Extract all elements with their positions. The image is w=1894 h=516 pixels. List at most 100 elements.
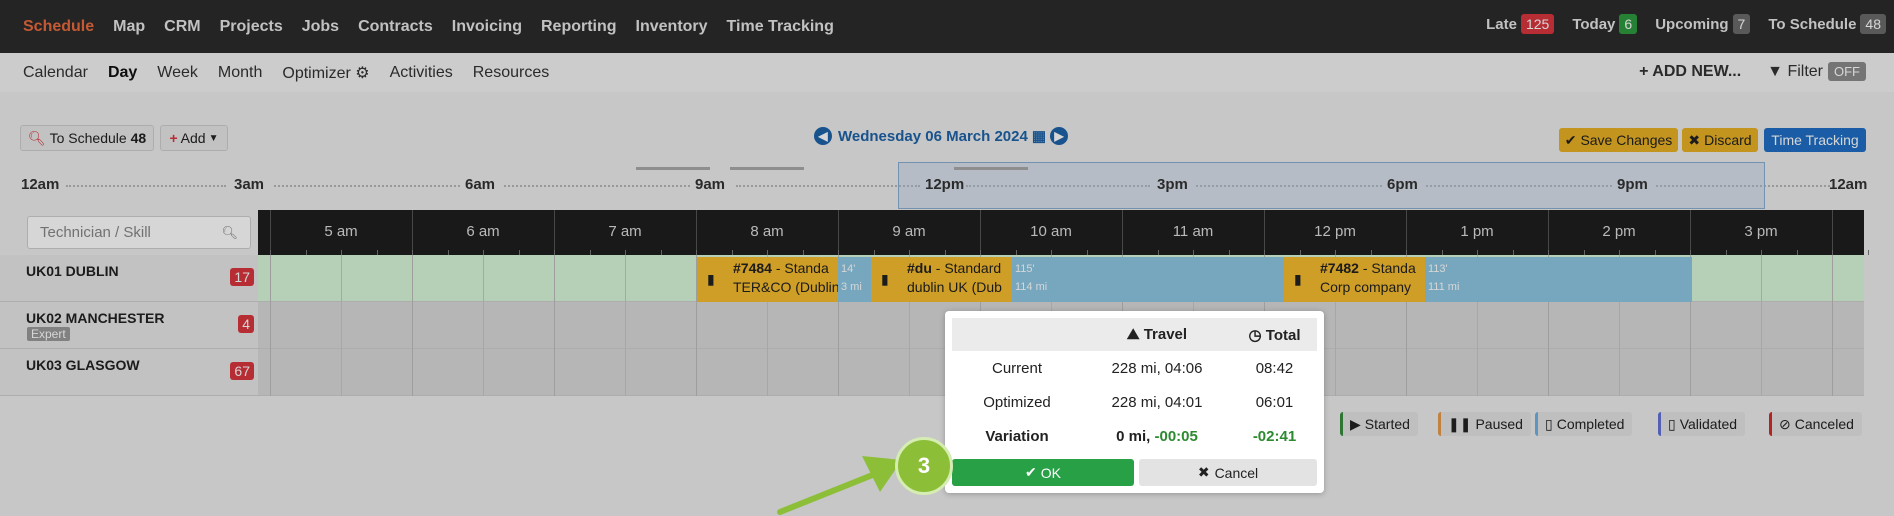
previous-day-icon[interactable]: ◀ xyxy=(814,127,832,145)
row-label: Current xyxy=(991,359,1043,377)
resource-row-uk02[interactable]: UK02 MANCHESTER Expert 4 xyxy=(0,302,258,349)
hour-label: 2 pm xyxy=(1602,223,1636,240)
add-label: Add xyxy=(180,130,206,146)
nav-crm[interactable]: CRM xyxy=(164,18,200,36)
filter-label: Filter xyxy=(1787,62,1823,80)
legend-paused: ❚❚ Paused xyxy=(1438,412,1531,436)
resource-name: UK03 GLASGOW xyxy=(26,357,140,373)
travel-segment[interactable]: 14' 3 mi xyxy=(838,257,871,302)
legend-validated: ▯ Validated xyxy=(1658,412,1746,436)
search-icon: 🔍︎ xyxy=(221,225,238,240)
counter-label: Upcoming xyxy=(1655,15,1729,33)
add-button[interactable]: + Add ▼ xyxy=(160,125,228,151)
date-navigator: ◀ Wednesday 06 March 2024 ▦ ▶ xyxy=(814,127,1069,145)
legend-label: Validated xyxy=(1679,416,1738,432)
variation-distance: 0 mi xyxy=(1116,427,1147,445)
job-block[interactable]: ▮ #du - Standard dublin UK (Dub xyxy=(871,257,1012,302)
hour-label: 1 pm xyxy=(1460,223,1494,240)
add-new-button[interactable]: + ADD NEW... xyxy=(1639,63,1741,81)
nav-inventory[interactable]: Inventory xyxy=(636,18,708,36)
to-schedule-count-badge: 48 xyxy=(1860,14,1886,34)
nav-schedule[interactable]: Schedule xyxy=(23,18,94,36)
counter-upcoming[interactable]: Upcoming 7 xyxy=(1655,14,1751,34)
empty-header xyxy=(952,318,1082,351)
nav-jobs[interactable]: Jobs xyxy=(302,18,339,36)
grid-line xyxy=(1832,255,1833,302)
save-changes-button[interactable]: ✔ Save Changes xyxy=(1559,128,1678,152)
nav-projects[interactable]: Projects xyxy=(220,18,283,36)
scheduler-page: Schedule Map CRM Projects Jobs Contracts… xyxy=(0,0,1894,516)
timeline-label-6am: 6am xyxy=(465,176,496,193)
discard-button[interactable]: ✖ Discard xyxy=(1682,128,1758,152)
close-icon: ✖ xyxy=(1688,131,1701,148)
tab-day[interactable]: Day xyxy=(108,64,137,82)
filter-toggle[interactable]: ▼ Filter OFF xyxy=(1767,62,1866,81)
grid-line xyxy=(696,302,697,349)
grid-line xyxy=(483,349,484,396)
tab-resources[interactable]: Resources xyxy=(473,64,549,82)
job-title: #du - Standard xyxy=(907,260,1002,276)
timeline-label-9pm: 9pm xyxy=(1617,176,1648,193)
grid-line xyxy=(625,349,626,396)
resource-name: UK02 MANCHESTER xyxy=(26,310,165,326)
tab-month[interactable]: Month xyxy=(218,64,262,82)
legend-label: Completed xyxy=(1556,416,1625,432)
grid-line xyxy=(767,349,768,396)
current-total: 08:42 xyxy=(1255,359,1294,377)
nav-map[interactable]: Map xyxy=(113,18,145,36)
grid-line xyxy=(1761,349,1762,396)
hour-header: 5 am 6 am 7 am 8 am 9 am 10 am 11 am 12 … xyxy=(258,210,1869,255)
job-block[interactable]: ▮ #7484 - Standa TER&CO (Dublin xyxy=(697,257,838,302)
to-schedule-button[interactable]: 🔍︎ To Schedule 48 xyxy=(20,125,154,151)
close-icon: ✖ xyxy=(1197,464,1210,480)
nav-contracts[interactable]: Contracts xyxy=(358,18,433,36)
job-client: Corp company xyxy=(1320,279,1412,295)
counter-today[interactable]: Today 6 xyxy=(1572,14,1638,34)
current-date[interactable]: Wednesday 06 March 2024 xyxy=(838,128,1028,145)
day-overview-timeline[interactable]: 12am 3am 6am 9am 12pm 3pm 6pm 9pm 12am xyxy=(0,162,1894,209)
time-tracking-button[interactable]: Time Tracking xyxy=(1764,128,1866,152)
save-label: Save Changes xyxy=(1580,132,1673,148)
timeline-dots xyxy=(66,185,226,187)
hour-label: 10 am xyxy=(1030,223,1072,240)
travel-segment[interactable]: 115' 114 mi xyxy=(1012,257,1284,302)
tab-calendar[interactable]: Calendar xyxy=(23,64,88,82)
grid-line xyxy=(1832,349,1833,396)
plus-icon: + xyxy=(1639,62,1653,80)
timeline-label-3pm: 3pm xyxy=(1157,176,1188,193)
upcoming-count-badge: 7 xyxy=(1732,14,1751,34)
resource-job-count: 67 xyxy=(230,362,254,380)
travel-segment[interactable]: 113' 111 mi xyxy=(1425,257,1692,302)
grid-line xyxy=(838,349,839,396)
nav-invoicing[interactable]: Invoicing xyxy=(452,18,522,36)
grid-line xyxy=(341,255,342,302)
nav-reporting[interactable]: Reporting xyxy=(541,18,617,36)
hour-label: 7 am xyxy=(608,223,642,240)
tab-optimizer[interactable]: Optimizer ⚙ xyxy=(282,63,369,83)
ok-button[interactable]: ✔ OK xyxy=(952,459,1134,486)
resource-row-uk03[interactable]: UK03 GLASGOW 67 xyxy=(0,349,258,396)
counter-label: Today xyxy=(1572,15,1616,33)
caret-down-icon: ▼ xyxy=(208,132,219,144)
hour-label: 9 am xyxy=(892,223,926,240)
counter-to-schedule[interactable]: To Schedule 48 xyxy=(1768,14,1886,34)
counter-late[interactable]: Late 125 xyxy=(1486,14,1555,34)
job-block[interactable]: ▮ #7482 - Standa Corp company xyxy=(1284,257,1425,302)
filter-icon: ▼ xyxy=(1767,62,1788,80)
grid-line xyxy=(1335,349,1336,396)
tab-week[interactable]: Week xyxy=(157,64,198,82)
cancel-button[interactable]: ✖ Cancel xyxy=(1139,459,1317,486)
road-icon: ⛰ xyxy=(1126,326,1144,343)
grid-line xyxy=(554,349,555,396)
hour-label: 11 am xyxy=(1172,223,1214,240)
technician-search-input[interactable]: Technician / Skill 🔍︎ xyxy=(27,216,251,249)
timeline-label-12am-end: 12am xyxy=(1829,176,1868,193)
tab-activities[interactable]: Activities xyxy=(390,64,453,82)
nav-time-tracking[interactable]: Time Tracking xyxy=(727,18,834,36)
resource-row-uk01[interactable]: UK01 DUBLIN 17 xyxy=(0,255,258,302)
grid-line xyxy=(767,302,768,349)
hour-label: 3 pm xyxy=(1744,223,1778,240)
travel-distance: 114 mi xyxy=(1015,281,1048,293)
calendar-icon[interactable]: ▦ xyxy=(1032,127,1046,145)
next-day-icon[interactable]: ▶ xyxy=(1050,127,1069,145)
